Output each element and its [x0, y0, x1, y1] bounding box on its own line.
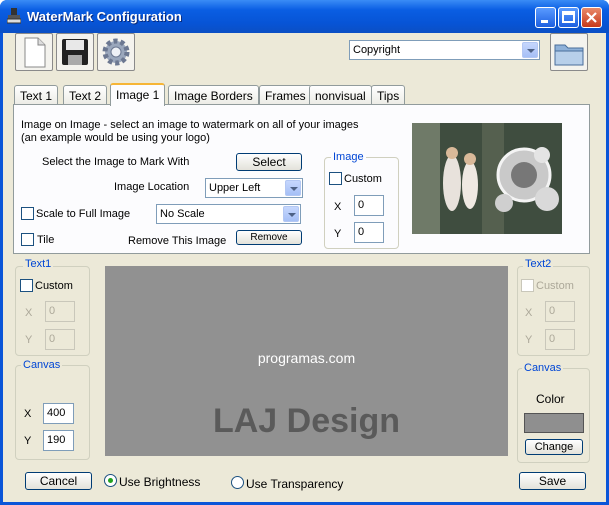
text2-y-input[interactable]: 0	[545, 329, 575, 350]
chevron-down-icon	[522, 42, 538, 58]
settings-button[interactable]	[97, 33, 135, 71]
canvas-color-group-title: Canvas	[522, 362, 564, 374]
tile-checkbox-label: Tile	[37, 234, 55, 246]
tab-frames[interactable]: Frames	[259, 85, 312, 105]
maximize-icon	[562, 11, 575, 23]
minimize-icon	[541, 20, 548, 23]
tab-text1[interactable]: Text 1	[14, 85, 59, 105]
folder-icon	[554, 44, 584, 66]
image-custom-checkbox[interactable]	[329, 172, 342, 185]
text1-custom-label: Custom	[35, 280, 73, 292]
scale-select-value: No Scale	[160, 208, 205, 220]
use-transparency-radio[interactable]	[231, 476, 244, 489]
image-y-label: Y	[334, 228, 342, 240]
text2-y-label: Y	[525, 334, 533, 346]
preview-text2: LAJ Design	[212, 402, 401, 440]
canvas-y-input[interactable]: 190	[43, 430, 74, 451]
use-transparency-label: Use Transparency	[246, 477, 344, 491]
tab-nonvisual[interactable]: nonvisual	[309, 85, 372, 105]
image-location-value: Upper Left	[209, 182, 261, 194]
save-button[interactable]: Save	[519, 472, 586, 490]
tab-tips[interactable]: Tips	[371, 85, 406, 105]
chevron-down-icon	[283, 206, 299, 222]
text2-x-input[interactable]: 0	[545, 301, 575, 322]
new-document-icon	[24, 37, 46, 68]
cancel-button[interactable]: Cancel	[25, 472, 92, 490]
chevron-down-icon	[285, 180, 301, 196]
change-color-button[interactable]: Change	[525, 439, 583, 455]
new-button[interactable]	[15, 33, 53, 71]
image-location-select[interactable]: Upper Left	[205, 178, 303, 198]
canvas-y-label: Y	[24, 435, 32, 447]
minimize-button[interactable]	[535, 7, 556, 28]
watermark-image-thumbnail	[412, 123, 562, 234]
preset-select[interactable]: Copyright	[349, 40, 540, 60]
text2-x-label: X	[525, 307, 533, 319]
text2-group-title: Text2	[523, 258, 554, 270]
title-bar[interactable]: WaterMark Configuration	[0, 0, 609, 33]
text1-custom-checkbox[interactable]	[20, 279, 33, 292]
image-x-label: X	[334, 201, 342, 213]
tab-image1[interactable]: Image 1	[110, 83, 166, 106]
close-icon	[586, 12, 597, 23]
scale-select[interactable]: No Scale	[156, 204, 301, 224]
watermark-preview-canvas: programas.com LAJ Design	[105, 266, 508, 456]
preview-text1: programas.com	[257, 350, 356, 366]
text1-x-label: X	[25, 307, 33, 319]
canvas-x-input[interactable]: 400	[43, 403, 74, 424]
app-window: WaterMark Configuration Copyright Text 1…	[0, 0, 609, 505]
use-brightness-radio[interactable]	[104, 474, 117, 487]
image-x-input[interactable]: 0	[354, 195, 384, 216]
text1-group-title: Text1	[23, 258, 54, 270]
select-image-label: Select the Image to Mark With	[42, 156, 190, 168]
open-folder-button[interactable]	[550, 33, 588, 71]
text2-custom-checkbox[interactable]	[521, 279, 534, 292]
image-location-label: Image Location	[114, 181, 190, 193]
tile-checkbox[interactable]	[21, 233, 34, 246]
photo-thumbnail-graphic	[412, 123, 562, 234]
canvas-color-label: Color	[536, 392, 565, 406]
text1-y-label: Y	[25, 334, 33, 346]
maximize-button[interactable]	[558, 7, 579, 28]
canvas-group-title: Canvas	[21, 359, 63, 371]
image-y-input[interactable]: 0	[354, 222, 384, 243]
client-area: Copyright Text 1 Text 2 Image 1 Image Bo…	[3, 33, 606, 502]
image-description-line2: (an example would be using your logo)	[21, 132, 210, 144]
image-description-line1: Image on Image - select an image to wate…	[21, 119, 359, 131]
remove-image-button[interactable]: Remove	[236, 230, 302, 245]
scale-checkbox[interactable]	[21, 207, 34, 220]
window-title: WaterMark Configuration	[27, 9, 182, 24]
floppy-disk-icon	[62, 39, 88, 65]
tab-text2[interactable]: Text 2	[63, 85, 108, 105]
select-image-button[interactable]: Select	[236, 153, 302, 171]
remove-image-label: Remove This Image	[128, 235, 227, 247]
tab-image-borders[interactable]: Image Borders	[168, 85, 259, 105]
image-custom-label: Custom	[344, 173, 382, 185]
close-button[interactable]	[581, 7, 602, 28]
canvas-x-label: X	[24, 408, 32, 420]
text2-custom-label: Custom	[536, 280, 574, 292]
preset-select-value: Copyright	[353, 44, 401, 56]
canvas-color-swatch	[524, 413, 584, 433]
use-brightness-label: Use Brightness	[119, 475, 201, 489]
save-file-button[interactable]	[56, 33, 94, 71]
text1-x-input[interactable]: 0	[45, 301, 75, 322]
text1-y-input[interactable]: 0	[45, 329, 75, 350]
scale-checkbox-label: Scale to Full Image	[36, 208, 131, 220]
stamp-icon	[7, 8, 21, 24]
gear-icon	[102, 38, 130, 66]
image-group-title: Image	[331, 151, 366, 163]
